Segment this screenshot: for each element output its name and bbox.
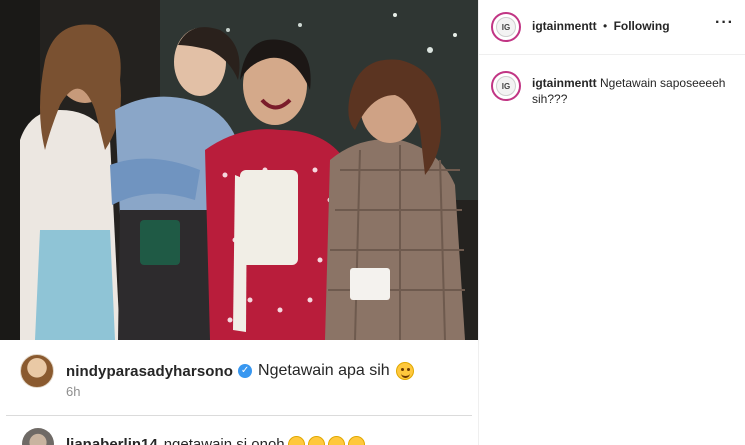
caption-text-block: igtainmentt Ngetawain saposeeeeh sih??? <box>532 75 732 107</box>
comment-divider <box>6 415 472 416</box>
overlay-comment-2: lianaberlin14 ngetawain si onoh <box>22 428 365 445</box>
overlay-comments: nindyparasadyharsono ✓ Ngetawain apa sih… <box>0 340 478 445</box>
commenter-avatar[interactable] <box>22 428 54 445</box>
tears-of-joy-face-icon <box>327 435 345 445</box>
smiling-face-icon <box>395 362 414 380</box>
account-logo-icon: IG <box>496 17 516 37</box>
comment-timestamp[interactable]: 6h <box>66 384 80 399</box>
post-photo-image <box>0 0 478 340</box>
account-avatar[interactable]: IG <box>491 12 521 42</box>
tears-of-joy-face-icon <box>287 435 305 445</box>
more-horizontal-icon[interactable]: ··· <box>715 15 734 31</box>
following-button[interactable]: Following <box>614 19 670 33</box>
account-username[interactable]: igtainmentt <box>532 19 597 33</box>
comment-text: ngetawain si onoh <box>163 435 285 445</box>
tears-of-joy-face-icon <box>307 435 325 445</box>
post-photo[interactable] <box>0 0 478 340</box>
commenter-username[interactable]: nindyparasadyharsono <box>66 363 233 380</box>
account-name-line: igtainmentt • Following <box>532 19 670 33</box>
account-avatar[interactable]: IG <box>491 71 521 101</box>
commenter-username[interactable]: lianaberlin14 <box>66 436 158 445</box>
overlay-comment-1: nindyparasadyharsono ✓ Ngetawain apa sih <box>20 354 414 388</box>
post-header: IG igtainmentt • Following ··· <box>479 0 745 55</box>
post-side-panel: IG igtainmentt • Following ··· IG igtain… <box>478 0 745 445</box>
commenter-avatar[interactable] <box>20 354 54 388</box>
verified-badge-icon: ✓ <box>238 364 253 378</box>
comment-text: Ngetawain apa sih <box>258 362 390 379</box>
separator: • <box>603 19 608 33</box>
tears-of-joy-face-icon <box>347 435 365 445</box>
caption-username[interactable]: igtainmentt <box>532 76 597 90</box>
account-logo-icon: IG <box>496 76 516 96</box>
